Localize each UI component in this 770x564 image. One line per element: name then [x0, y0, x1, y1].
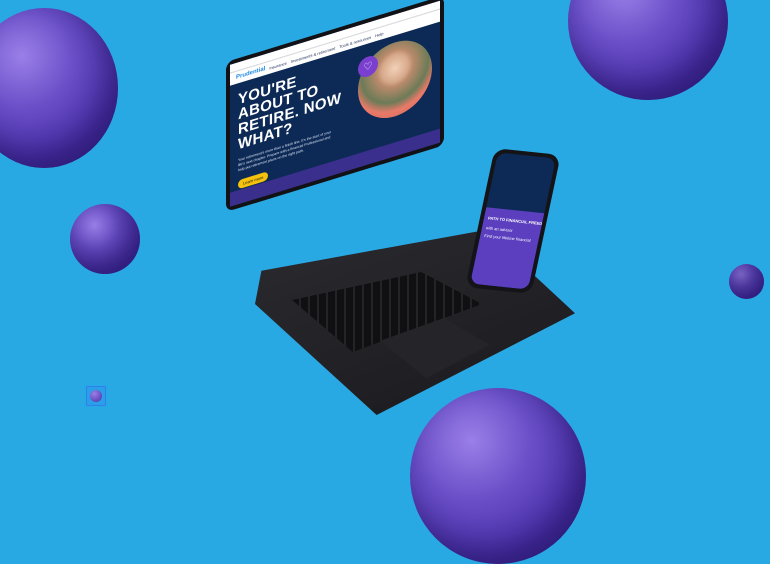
selected-sphere-icon[interactable]	[86, 386, 106, 406]
phone: PATH TO FINANCIAL FREEDOM with an adviso…	[465, 148, 561, 294]
sphere-tiny-right	[729, 264, 764, 299]
hero-photo	[358, 31, 432, 128]
sphere-small-left	[70, 204, 140, 274]
laptop-screen-frame: Prudential Insurance Investments & retir…	[226, 0, 444, 213]
sphere-dot-icon	[90, 390, 102, 402]
laptop-screen: Prudential Insurance Investments & retir…	[230, 0, 440, 207]
sphere-bottom-center	[410, 388, 586, 564]
sphere-large-left	[0, 8, 118, 168]
nav-item[interactable]: Insurance	[269, 60, 287, 70]
nav-item[interactable]: Help	[375, 30, 383, 38]
sphere-top-right	[568, 0, 728, 100]
phone-screen: PATH TO FINANCIAL FREEDOM with an adviso…	[470, 152, 556, 290]
